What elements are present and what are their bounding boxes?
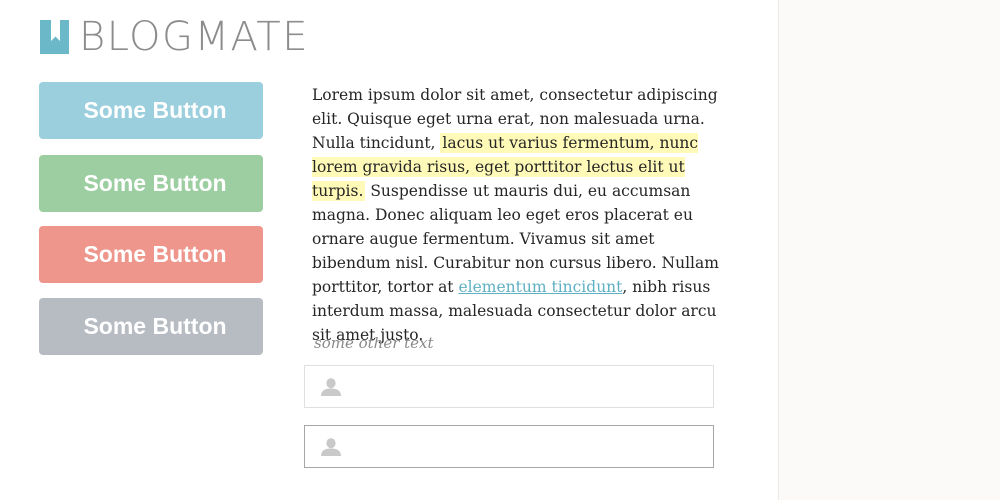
- username-field-2[interactable]: [304, 425, 714, 468]
- user-icon: [321, 377, 341, 396]
- article-link[interactable]: elementum tincidunt: [458, 278, 622, 296]
- text-input-2[interactable]: [351, 425, 713, 468]
- some-button-blue[interactable]: Some Button: [39, 82, 263, 139]
- right-sidebar-panel: [778, 0, 1000, 500]
- some-button-gray[interactable]: Some Button: [39, 298, 263, 355]
- caption-text: some other text: [314, 334, 434, 352]
- user-icon: [321, 437, 341, 456]
- logo[interactable]: BLOGMATE: [40, 17, 309, 57]
- some-button-red[interactable]: Some Button: [39, 226, 263, 283]
- logo-text: BLOGMATE: [79, 14, 310, 60]
- text-input-1[interactable]: [351, 365, 713, 408]
- bookmark-icon: [40, 20, 69, 54]
- username-field-1[interactable]: [304, 365, 714, 408]
- article-paragraph: Lorem ipsum dolor sit amet, consectetur …: [312, 83, 722, 347]
- some-button-green[interactable]: Some Button: [39, 155, 263, 212]
